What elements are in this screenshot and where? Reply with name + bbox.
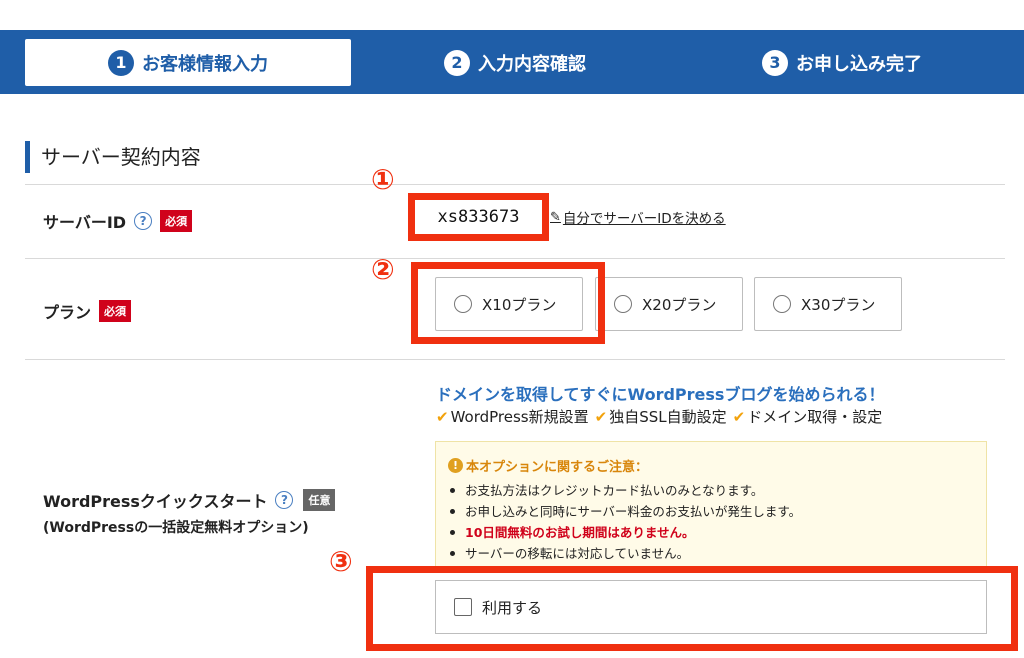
plan-option-x30[interactable]: X30プラン <box>754 277 902 331</box>
step-confirm: 2 入力内容確認 <box>352 39 678 86</box>
plan-option-label: X20プラン <box>642 295 717 314</box>
wp-quickstart-sublabel: (WordPressの一括設定無料オプション) <box>43 520 309 536</box>
server-id-label-row: サーバーID ? 必須 <box>43 209 193 233</box>
check-icon: ✔ <box>594 408 608 426</box>
feature-item: ✔ WordPress新規設置 <box>436 408 589 426</box>
pencil-icon: ✎ <box>550 209 561 225</box>
notice-list: お支払方法はクレジットカード払いのみとなります。 お申し込みと同時にサーバー料金… <box>448 480 974 564</box>
plan-label-row: プラン 必須 <box>43 299 132 323</box>
divider <box>25 258 1005 259</box>
wp-headline: ドメインを取得してすぐにWordPressブログを始められる！ <box>436 385 885 404</box>
radio-button[interactable] <box>614 295 632 313</box>
notice-item-warning: 10日間無料のお試し期間はありません。 <box>448 522 974 543</box>
bullet <box>450 509 455 514</box>
optional-badge: 任意 <box>303 489 336 511</box>
annotation-marker-3: ③ <box>329 545 353 578</box>
annotation-highlight-box <box>411 262 605 344</box>
step-number: 1 <box>108 49 134 76</box>
help-icon[interactable]: ? <box>275 491 294 509</box>
plan-option-x20[interactable]: X20プラン <box>595 277 743 331</box>
progress-steps: 1 お客様情報入力 2 入力内容確認 3 お申し込み完了 <box>0 30 1024 94</box>
step-number: 3 <box>762 49 788 76</box>
server-id-label: サーバーID <box>43 213 127 232</box>
custom-server-id-link-label: 自分でサーバーIDを決める <box>562 211 726 227</box>
annotation-marker-2: ② <box>371 253 395 286</box>
notice-item: サーバーの移転には対応していません。 <box>448 543 974 564</box>
check-icon: ✔ <box>732 408 746 426</box>
option-notice-box: ! 本オプションに関するご注意： お支払方法はクレジットカード払いのみとなります… <box>435 441 987 569</box>
feature-item: ✔ ドメイン取得・設定 <box>732 408 883 426</box>
divider <box>25 359 1005 360</box>
required-badge: 必須 <box>160 210 193 232</box>
notice-item: お申し込みと同時にサーバー料金のお支払いが発生します。 <box>448 501 974 522</box>
step-number: 2 <box>444 49 470 76</box>
help-icon[interactable]: ? <box>134 212 153 230</box>
radio-button[interactable] <box>773 295 791 313</box>
wp-label-row: WordPressクイックスタート ? 任意 <box>43 488 336 512</box>
section-title: サーバー契約内容 <box>25 141 201 173</box>
notice-title: ! 本オプションに関するご注意： <box>448 456 974 475</box>
bullet <box>450 488 455 493</box>
server-id-value: xs833673 <box>408 193 549 241</box>
annotation-marker-1: ① <box>371 163 395 196</box>
custom-server-id-link[interactable]: ✎ 自分でサーバーIDを決める <box>550 207 726 228</box>
check-icon: ✔ <box>436 408 449 426</box>
step-customer-info: 1 お客様情報入力 <box>25 39 351 86</box>
step-complete: 3 お申し込み完了 <box>679 39 1005 86</box>
notice-item: お支払方法はクレジットカード払いのみとなります。 <box>448 480 974 501</box>
required-badge: 必須 <box>99 300 132 322</box>
step-label: お申し込み完了 <box>796 53 922 75</box>
feature-item: ✔ 独自SSL自動設定 <box>594 408 727 426</box>
step-label: お客様情報入力 <box>142 53 268 75</box>
bullet <box>450 551 455 556</box>
wp-feature-list: ✔ WordPress新規設置 ✔ 独自SSL自動設定 ✔ ドメイン取得・設定 <box>436 406 882 427</box>
bullet <box>450 530 455 535</box>
plan-label: プラン <box>43 303 92 322</box>
annotation-highlight-box <box>366 566 1018 651</box>
wp-quickstart-label: WordPressクイックスタート <box>43 492 268 511</box>
plan-option-label: X30プラン <box>801 295 876 314</box>
warning-icon: ! <box>448 458 463 473</box>
divider <box>25 184 1005 185</box>
step-label: 入力内容確認 <box>478 53 586 75</box>
